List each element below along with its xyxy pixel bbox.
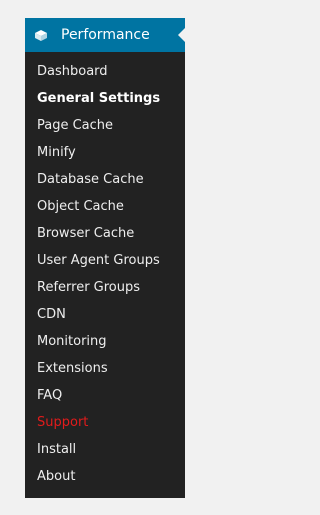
menu-item-install[interactable]: Install bbox=[25, 436, 185, 463]
submenu-list: Dashboard General Settings Page Cache Mi… bbox=[25, 58, 185, 490]
menu-item-referrer-groups[interactable]: Referrer Groups bbox=[25, 274, 185, 301]
menu-item-faq[interactable]: FAQ bbox=[25, 382, 185, 409]
menu-item-support[interactable]: Support bbox=[25, 409, 185, 436]
menu-item-user-agent-groups[interactable]: User Agent Groups bbox=[25, 247, 185, 274]
menu-item-page-cache[interactable]: Page Cache bbox=[25, 112, 185, 139]
menu-item-extensions[interactable]: Extensions bbox=[25, 355, 185, 382]
menu-item-monitoring[interactable]: Monitoring bbox=[25, 328, 185, 355]
menu-header-performance[interactable]: Performance bbox=[25, 18, 186, 52]
current-menu-pointer bbox=[178, 27, 186, 43]
performance-icon bbox=[35, 30, 47, 41]
menu-item-cdn[interactable]: CDN bbox=[25, 301, 185, 328]
menu-item-general-settings[interactable]: General Settings bbox=[25, 85, 185, 112]
menu-item-about[interactable]: About bbox=[25, 463, 185, 490]
menu-item-dashboard[interactable]: Dashboard bbox=[25, 58, 185, 85]
menu-item-database-cache[interactable]: Database Cache bbox=[25, 166, 185, 193]
performance-menu: Performance Dashboard General Settings P… bbox=[25, 18, 186, 498]
menu-item-browser-cache[interactable]: Browser Cache bbox=[25, 220, 185, 247]
menu-item-minify[interactable]: Minify bbox=[25, 139, 185, 166]
menu-item-object-cache[interactable]: Object Cache bbox=[25, 193, 185, 220]
menu-title: Performance bbox=[61, 27, 150, 43]
